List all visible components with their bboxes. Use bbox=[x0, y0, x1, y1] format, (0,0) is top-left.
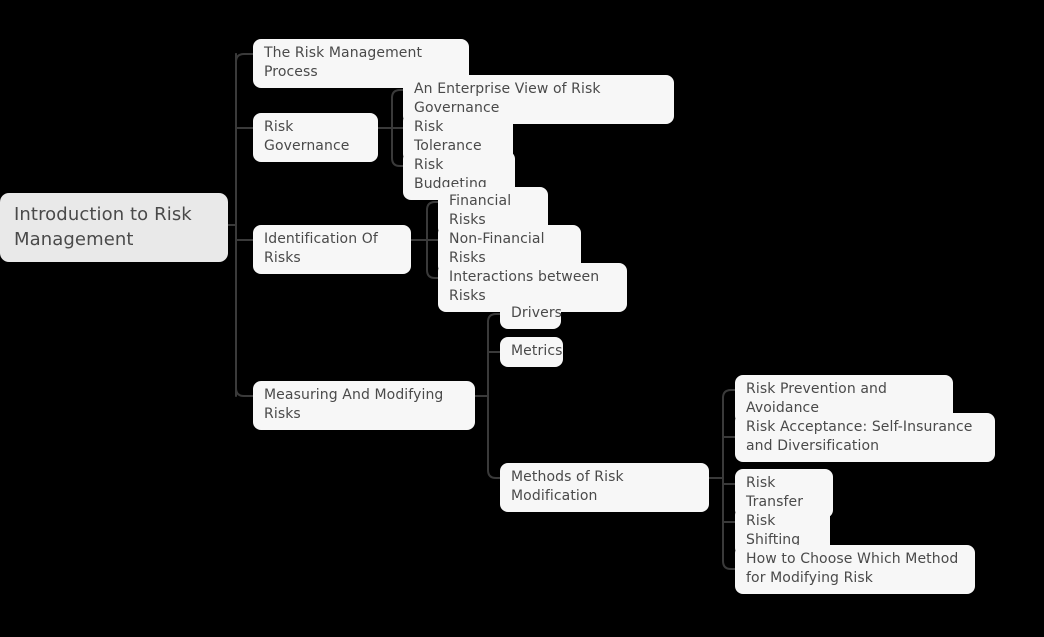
connector-path bbox=[487, 313, 501, 323]
mindmap-node[interactable]: Metrics bbox=[500, 337, 563, 367]
mindmap-node[interactable]: Identification Of Risks bbox=[253, 225, 411, 274]
connector-path bbox=[391, 157, 404, 167]
connector-path bbox=[391, 89, 404, 99]
mindmap-node[interactable]: Methods of Risk Modification bbox=[500, 463, 709, 512]
connector-path bbox=[426, 269, 439, 279]
connector-path bbox=[487, 469, 501, 479]
mindmap-node[interactable]: How to Choose Which Method for Modifying… bbox=[735, 545, 975, 594]
mindmap-node[interactable]: Risk Governance bbox=[253, 113, 378, 162]
connector-path bbox=[426, 201, 439, 211]
connector-path bbox=[722, 389, 736, 399]
root-node[interactable]: Introduction to Risk Management bbox=[0, 193, 228, 262]
mindmap-canvas: Introduction to Risk Management The Risk… bbox=[0, 0, 1044, 637]
connector-path bbox=[235, 387, 254, 397]
mindmap-node[interactable]: Measuring And Modifying Risks bbox=[253, 381, 475, 430]
mindmap-node[interactable]: Risk Acceptance: Self-Insurance and Dive… bbox=[735, 413, 995, 462]
connector-path bbox=[235, 53, 254, 63]
connector-path bbox=[722, 560, 736, 570]
mindmap-node[interactable]: Drivers bbox=[500, 299, 562, 329]
